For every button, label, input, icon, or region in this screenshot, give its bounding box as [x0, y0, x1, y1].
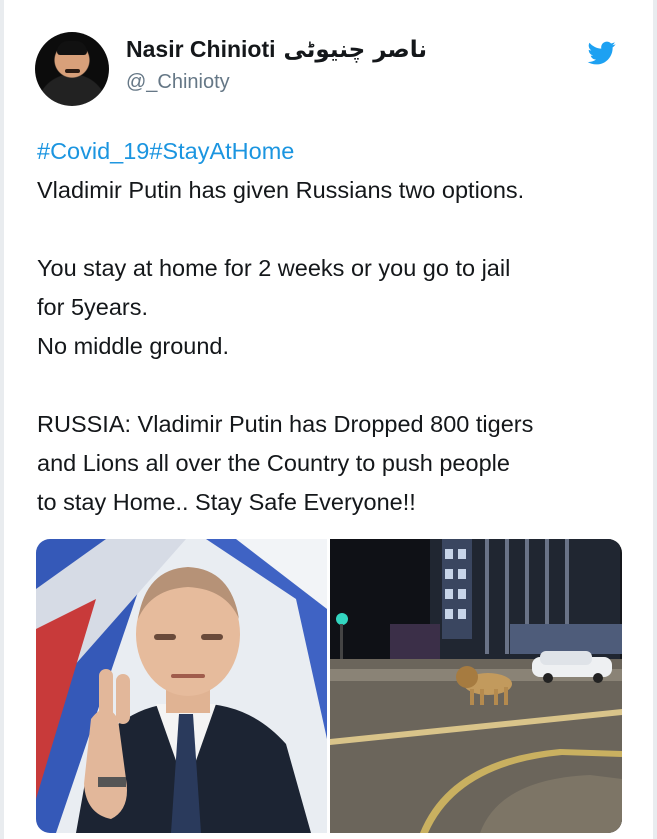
tweet-line: for 5years. — [37, 294, 149, 320]
avatar-mustache — [65, 69, 80, 73]
avatar-hair — [57, 41, 87, 55]
display-name-urdu: ناصر چنیوٹی — [283, 37, 428, 63]
twitter-bird-icon[interactable] — [585, 39, 619, 67]
card-border-right — [653, 0, 657, 839]
tweet-line: and Lions all over the Country to push p… — [37, 450, 510, 476]
display-name-latin: Nasir Chinioti — [126, 36, 276, 62]
hashtag-links[interactable]: #Covid_19#StayAtHome — [37, 132, 637, 171]
tweet-line: Vladimir Putin has given Russians two op… — [37, 177, 525, 203]
tweet-line: to stay Home.. Stay Safe Everyone!! — [37, 489, 416, 515]
lion-street-illustration — [330, 539, 622, 833]
tweet-text: #Covid_19#StayAtHome Vladimir Putin has … — [37, 132, 637, 522]
user-handle[interactable]: @_Chinioty — [126, 71, 230, 94]
media-grid — [36, 539, 622, 833]
tweet-line: No middle ground. — [37, 333, 230, 359]
tweet-header: Nasir Chinioti ناصر چنیوٹی @_Chinioty — [35, 32, 635, 112]
tweet-card[interactable]: Nasir Chinioti ناصر چنیوٹی @_Chinioty #Co… — [0, 0, 657, 839]
putin-photo-illustration — [36, 539, 327, 833]
tweet-line: You stay at home for 2 weeks or you go t… — [37, 255, 511, 281]
avatar[interactable] — [35, 32, 109, 106]
photo-putin[interactable] — [36, 539, 327, 833]
display-name[interactable]: Nasir Chinioti ناصر چنیوٹی — [126, 36, 427, 63]
tweet-line: RUSSIA: Vladimir Putin has Dropped 800 t… — [37, 411, 534, 437]
card-border-left — [0, 0, 4, 839]
photo-lion-street[interactable] — [330, 539, 622, 833]
